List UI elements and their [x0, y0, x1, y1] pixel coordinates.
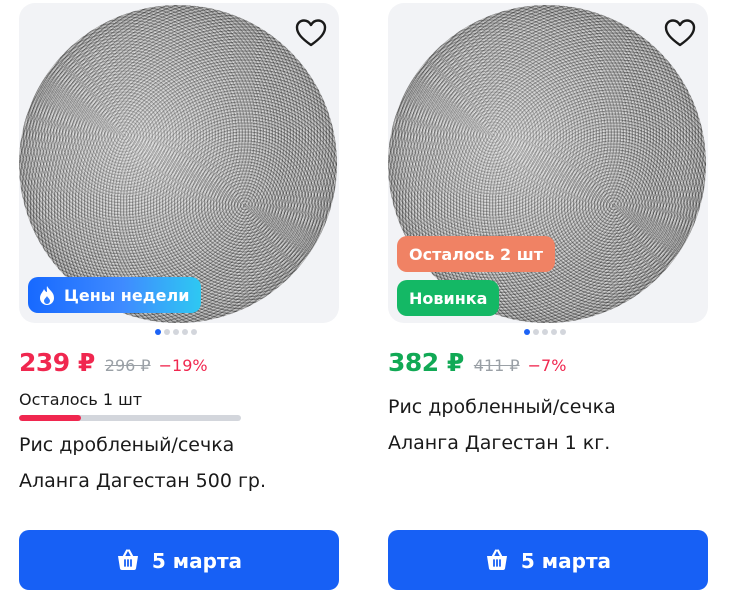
pagination-dot[interactable] [551, 329, 557, 335]
new-badge: Новинка [397, 280, 500, 316]
pagination-dot[interactable] [560, 329, 566, 335]
price-row: 382 ₽ 411 ₽ −7% [388, 348, 566, 377]
product-card[interactable]: Цены недели 239 ₽ 296 ₽ −19% Осталось 1 … [19, 0, 339, 590]
product-photo [19, 5, 337, 323]
image-pagination[interactable] [155, 329, 197, 335]
old-price: 296 ₽ [104, 356, 151, 375]
add-to-cart-button[interactable]: 5 марта [19, 530, 339, 590]
pagination-dot[interactable] [182, 329, 188, 335]
basket-icon [116, 549, 140, 571]
new-label: Новинка [409, 288, 488, 308]
week-prices-label: Цены недели [64, 285, 190, 305]
pagination-dot[interactable] [164, 329, 170, 335]
product-title-line: Рис дробленный/сечка [388, 396, 616, 418]
product-image[interactable]: Осталось 2 шт Новинка [388, 3, 708, 323]
heart-icon [295, 19, 327, 47]
favorite-button[interactable] [662, 15, 698, 51]
discount: −19% [158, 356, 208, 375]
pagination-dot[interactable] [191, 329, 197, 335]
product-card[interactable]: Осталось 2 шт Новинка 382 ₽ 411 ₽ −7% Ри… [388, 0, 708, 590]
pagination-dot[interactable] [542, 329, 548, 335]
price-row: 239 ₽ 296 ₽ −19% [19, 348, 208, 377]
basket-icon [485, 549, 509, 571]
pagination-dot[interactable] [173, 329, 179, 335]
delivery-date-label: 5 марта [520, 549, 612, 573]
product-title-line: Аланга Дагестан 500 гр. [19, 470, 267, 492]
product-photo [388, 5, 706, 323]
current-price: 382 ₽ [388, 348, 464, 377]
stock-text: Осталось 1 шт [19, 390, 143, 409]
pagination-dot[interactable] [155, 329, 161, 335]
discount: −7% [527, 356, 567, 375]
old-price: 411 ₽ [473, 356, 520, 375]
pagination-dot[interactable] [524, 329, 530, 335]
favorite-button[interactable] [293, 15, 329, 51]
current-price: 239 ₽ [19, 348, 95, 377]
add-to-cart-button[interactable]: 5 марта [388, 530, 708, 590]
fire-icon [38, 285, 56, 305]
stock-left-label: Осталось 2 шт [409, 244, 544, 264]
product-image[interactable]: Цены недели [19, 3, 339, 323]
stock-bar-fill [19, 415, 82, 421]
heart-icon [664, 19, 696, 47]
product-title-line: Рис дробленый/сечка [19, 434, 235, 456]
product-title[interactable]: Рис дробленый/сечка Аланга Дагестан 500 … [19, 427, 266, 499]
stock-bar [19, 415, 241, 421]
week-prices-badge: Цены недели [28, 277, 202, 313]
stock-left-badge: Осталось 2 шт [397, 236, 556, 272]
product-title-line: Аланга Дагестан 1 кг. [388, 432, 611, 454]
pagination-dot[interactable] [533, 329, 539, 335]
product-title[interactable]: Рис дробленный/сечка Аланга Дагестан 1 к… [388, 389, 616, 461]
delivery-date-label: 5 марта [151, 549, 243, 573]
image-pagination[interactable] [524, 329, 566, 335]
